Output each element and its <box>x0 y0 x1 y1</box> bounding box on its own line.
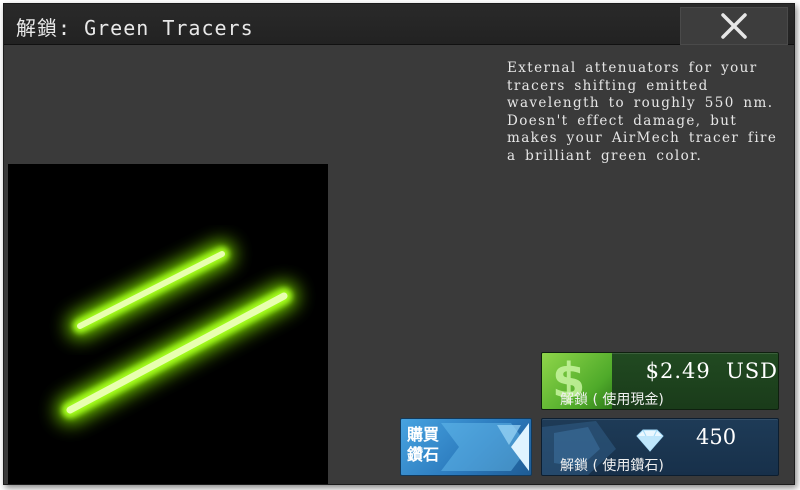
unlock-with-cash-button[interactable]: $ $2.49 USD 解鎖 ( 使用現金) <box>541 352 779 410</box>
item-preview-image <box>8 164 328 484</box>
green-tracer-beams-image <box>56 241 298 424</box>
buy-diamonds-button[interactable]: 購買 鑽石 <box>400 418 532 476</box>
dialog-titlebar: 解鎖: Green Tracers <box>4 4 794 45</box>
item-description: External attenuators for your tracers sh… <box>507 60 778 164</box>
diamond-price: 450 <box>696 425 737 449</box>
diamond-icon <box>636 429 664 452</box>
unlock-with-diamonds-button[interactable]: 450 解鎖 ( 使用鑽石) <box>541 418 779 476</box>
dialog-title: 解鎖: Green Tracers <box>16 16 254 40</box>
diamond-button-label: 解鎖 ( 使用鑽石) <box>560 458 664 474</box>
unlock-dialog: 解鎖: Green Tracers External attenuators f… <box>3 3 795 485</box>
buy-diamonds-label: 購買 鑽石 <box>407 425 440 464</box>
cash-button-label: 解鎖 ( 使用現金) <box>560 392 664 408</box>
cash-price: $2.49 USD <box>645 359 778 383</box>
close-button[interactable] <box>680 7 788 45</box>
close-x-icon <box>721 13 747 39</box>
